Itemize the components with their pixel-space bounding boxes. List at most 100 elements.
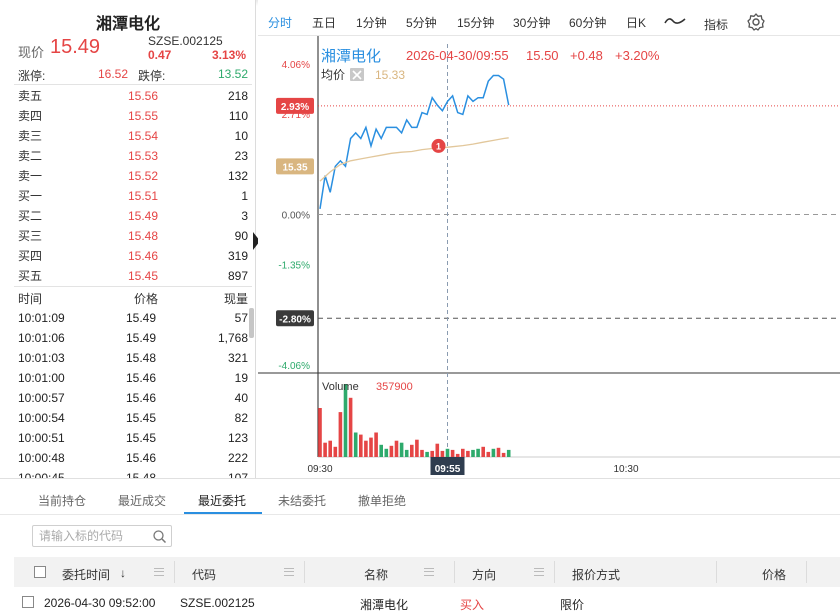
divider — [14, 84, 252, 85]
column-separator[interactable] — [716, 561, 717, 583]
avg-tag-label: 15.35 — [282, 162, 307, 173]
col-name[interactable]: 名称 — [364, 566, 388, 583]
orderbook-row[interactable]: 卖三 15.54 10 — [18, 126, 250, 146]
orderbook-volume: 319 — [227, 249, 248, 263]
change-amount: 0.47 — [148, 48, 172, 62]
orderbook-row[interactable]: 买一 15.51 1 — [18, 186, 250, 206]
orderbook-price: 15.55 — [128, 109, 159, 123]
orderbook-price: 15.45 — [128, 269, 159, 283]
orderbook-row[interactable]: 买四 15.46 319 — [18, 246, 250, 266]
sort-desc-icon[interactable]: ↓ — [120, 566, 126, 580]
orders-tab[interactable]: 最近委托 — [198, 492, 246, 509]
orderbook-row[interactable]: 卖四 15.55 110 — [18, 106, 250, 126]
low-tag-label: -2.80% — [279, 314, 311, 325]
tick-row[interactable]: 10:00:45 15.48 107 — [18, 468, 250, 478]
period-tab[interactable]: 1分钟 — [356, 14, 387, 31]
tick-row[interactable]: 10:00:57 15.46 40 — [18, 388, 250, 408]
col-code[interactable]: 代码 — [192, 566, 216, 583]
column-menu-icon[interactable] — [284, 568, 294, 576]
orderbook-price: 15.51 — [128, 189, 159, 203]
orders-tab[interactable]: 撤单拒绝 — [358, 492, 406, 509]
period-tab[interactable]: 60分钟 — [569, 14, 606, 31]
period-tab[interactable]: 五日 — [312, 14, 336, 31]
orderbook-row[interactable]: 买二 15.49 3 — [18, 206, 250, 226]
price-tag-label: 2.93% — [281, 102, 309, 113]
column-separator[interactable] — [806, 561, 807, 583]
orderbook-row[interactable]: 卖一 15.52 132 — [18, 166, 250, 186]
orderbook-row[interactable]: 买五 15.45 897 — [18, 266, 250, 286]
volume-bar — [425, 451, 429, 457]
limit-up-value: 16.52 — [98, 67, 129, 81]
orderbook-row[interactable]: 卖五 15.56 218 — [18, 86, 250, 106]
limit-down-label: 跌停: — [138, 69, 166, 83]
volume-bar — [420, 449, 424, 457]
tick-volume: 107 — [227, 471, 248, 478]
col-order-time[interactable]: 委托时间 — [62, 566, 110, 583]
tick-row[interactable]: 10:01:09 15.49 57 — [18, 308, 250, 328]
column-separator[interactable] — [454, 561, 455, 583]
stock-name: 湘潭电化 — [95, 16, 160, 33]
table-row[interactable]: 2026-04-30 09:52:00 SZSE.002125 湘潭电化 买入 … — [14, 592, 840, 615]
orderbook-price: 15.56 — [128, 89, 159, 103]
period-tab[interactable]: 分时 — [268, 14, 292, 31]
tick-price: 15.45 — [126, 431, 157, 445]
tick-time: 10:00:57 — [18, 391, 65, 405]
col-direction[interactable]: 方向 — [472, 566, 496, 583]
tick-scrollbar[interactable] — [249, 308, 254, 338]
period-tab[interactable]: 30分钟 — [513, 14, 550, 31]
gear-icon[interactable] — [746, 12, 766, 32]
line-style-icon[interactable] — [664, 14, 686, 28]
tick-row[interactable]: 10:01:00 15.46 19 — [18, 368, 250, 388]
col-price[interactable]: 价格 — [762, 566, 786, 583]
volume-value: 357900 — [376, 381, 413, 393]
volume-bar — [445, 448, 450, 457]
column-separator[interactable] — [174, 561, 175, 583]
select-all-checkbox[interactable] — [34, 566, 46, 578]
orders-tab[interactable]: 最近成交 — [118, 492, 166, 509]
tick-header-volume: 现量 — [223, 292, 248, 306]
column-menu-icon[interactable] — [534, 568, 544, 576]
tick-row[interactable]: 10:01:03 15.48 321 — [18, 348, 250, 368]
period-tab[interactable]: 5分钟 — [406, 14, 437, 31]
change-percent: 3.13% — [212, 48, 247, 62]
intraday-chart[interactable]: 4.06%2.71%1.35%0.00%-1.35%-2.71%-4.06%2.… — [258, 0, 840, 478]
search-icon[interactable] — [152, 529, 167, 544]
tick-volume: 1,768 — [217, 331, 248, 345]
tick-volume: 82 — [234, 411, 248, 425]
column-separator[interactable] — [304, 561, 305, 583]
column-menu-icon[interactable] — [424, 568, 434, 576]
volume-bar — [461, 448, 465, 457]
indicator-button[interactable]: 指标 — [704, 16, 728, 33]
tick-time: 10:00:48 — [18, 451, 65, 465]
tick-time: 10:01:00 — [18, 371, 65, 385]
column-menu-icon[interactable] — [154, 568, 164, 576]
y-tick-label: 4.06% — [282, 60, 310, 71]
volume-bar — [501, 452, 506, 457]
chart-panel: 4.06%2.71%1.35%0.00%-1.35%-2.71%-4.06%2.… — [258, 0, 840, 478]
tabs-divider — [0, 514, 840, 515]
divider — [14, 286, 252, 287]
orderbook-row[interactable]: 买三 15.48 90 — [18, 226, 250, 246]
orderbook-volume: 110 — [228, 109, 248, 123]
volume-bar — [471, 449, 475, 457]
legend-avg-label: 均价 — [321, 68, 345, 82]
tick-row[interactable]: 10:00:48 15.46 222 — [18, 448, 250, 468]
quote-panel: 湘潭电化 现价 15.49 SZSE.002125 0.47 3.13% 涨停:… — [0, 0, 256, 478]
period-tab[interactable]: 15分钟 — [457, 14, 494, 31]
period-tab[interactable]: 日K — [626, 14, 646, 31]
symbol-search-input[interactable] — [32, 525, 172, 547]
orders-panel: 当前持仓 最近成交 最近委托 未结委托 撤单拒绝 委托时间 ↓ 代码 名称 方向 报价方… — [0, 478, 840, 615]
tick-volume: 222 — [227, 451, 248, 465]
tick-row[interactable]: 10:00:54 15.45 82 — [18, 408, 250, 428]
row-checkbox[interactable] — [22, 596, 34, 608]
col-quote-type[interactable]: 报价方式 — [572, 566, 620, 583]
orders-tab[interactable]: 当前持仓 — [38, 492, 86, 509]
volume-bar — [430, 450, 434, 457]
orders-tab[interactable]: 未结委托 — [278, 492, 326, 509]
column-separator[interactable] — [554, 561, 555, 583]
tick-row[interactable]: 10:00:51 15.45 123 — [18, 428, 250, 448]
orderbook-level: 卖五 — [18, 89, 43, 103]
tick-row[interactable]: 10:01:06 15.49 1,768 — [18, 328, 250, 348]
stock-code: SZSE.002125 — [148, 34, 223, 48]
orderbook-row[interactable]: 卖二 15.53 23 — [18, 146, 250, 166]
